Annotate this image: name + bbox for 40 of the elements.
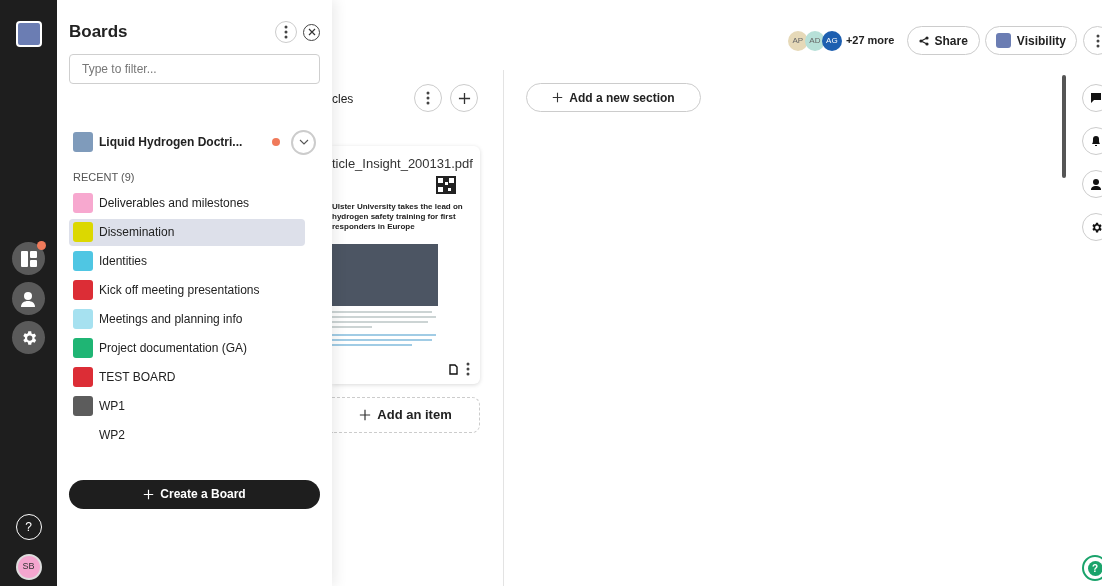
share-icon	[918, 35, 929, 46]
filter-field[interactable]: Type to filter...	[69, 54, 320, 84]
more-options-icon[interactable]	[466, 362, 470, 376]
scrollbar[interactable]	[1062, 75, 1066, 178]
section-label: RECENT (9)	[72, 170, 136, 185]
panel-title: Boards	[69, 21, 129, 44]
file-card[interactable]: ticle_Insight_200131.pdf Ulster University takes the lead on hydrogen safety training for first responders in Europe	[332, 146, 480, 384]
document-icon	[449, 363, 458, 375]
qr-code-icon	[436, 175, 456, 194]
board-list-item[interactable]: Dissemination	[69, 218, 305, 246]
plus-icon	[359, 409, 372, 421]
board-list-item[interactable]: Meetings and planning info	[69, 305, 305, 333]
board-list-item[interactable]: Identities	[69, 247, 305, 275]
create-board-button[interactable]: Create a Board	[69, 479, 320, 509]
user-avatar[interactable]: SB	[15, 554, 42, 580]
more-options-icon[interactable]	[1095, 33, 1100, 48]
color-swatch	[995, 33, 1011, 48]
user-icon[interactable]	[12, 282, 45, 315]
more-options-icon[interactable]	[284, 25, 288, 39]
board-list-item[interactable]: Kick off meeting presentations	[69, 276, 305, 304]
board-list-item[interactable]: TEST BOARD	[69, 363, 305, 391]
board-icon[interactable]	[15, 21, 42, 47]
section-title: cles	[332, 91, 354, 108]
board-list-item[interactable]: WP2	[69, 421, 305, 449]
board-list-item[interactable]: Deliverables and milestones	[69, 189, 305, 217]
current-board-name: Liquid Hydrogen Doctri...	[99, 134, 244, 151]
member-avatar[interactable]: AP	[787, 30, 808, 51]
member-avatar[interactable]: AD	[804, 30, 825, 51]
board-list-item[interactable]: Project documentation (GA)	[69, 334, 305, 362]
more-members-link[interactable]: +27 more	[845, 32, 895, 49]
document-headline: Ulster University takes the lead on hydrogen safety training for first responders in Europe	[332, 201, 464, 232]
plus-icon	[552, 92, 564, 103]
member-avatar[interactable]: AG	[821, 30, 842, 51]
plus-icon	[457, 91, 471, 105]
file-name: ticle_Insight_200131.pdf	[332, 155, 474, 173]
settings-icon[interactable]	[12, 321, 45, 354]
boards-icon[interactable]	[12, 242, 45, 275]
board-list-item[interactable]: WP1	[69, 392, 305, 420]
plus-icon	[143, 488, 155, 500]
more-options-icon[interactable]	[426, 91, 430, 105]
